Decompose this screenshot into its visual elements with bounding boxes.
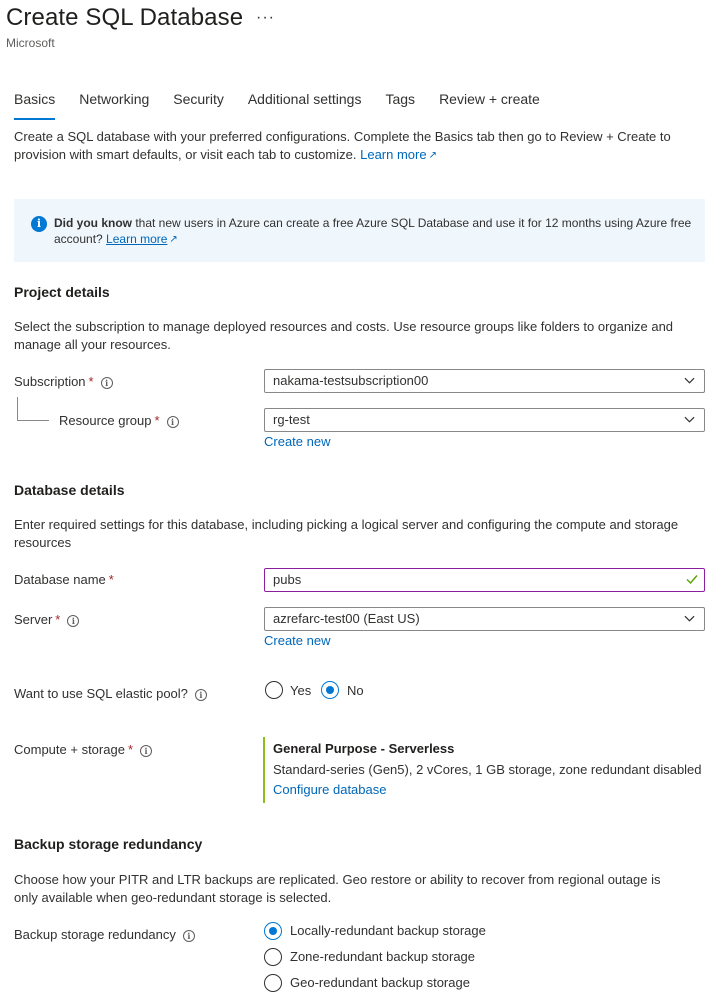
chevron-down-icon [684, 615, 695, 622]
backup-locally-redundant-radio[interactable] [264, 922, 282, 940]
chevron-down-icon [684, 416, 695, 423]
tab-networking[interactable]: Networking [79, 90, 149, 120]
elastic-pool-yes-label[interactable]: Yes [290, 683, 311, 698]
subscription-value: nakama-testsubscription00 [273, 373, 429, 388]
required-marker: * [88, 374, 94, 389]
subscription-dropdown[interactable]: nakama-testsubscription00 [264, 369, 705, 393]
resource-group-value: rg-test [273, 412, 310, 427]
tab-review-create[interactable]: Review + create [439, 90, 540, 120]
backup-geo-redundant-radio[interactable] [264, 974, 282, 992]
elastic-pool-no-radio[interactable] [321, 681, 339, 699]
tab-tags[interactable]: Tags [385, 90, 415, 120]
elastic-pool-yes-radio[interactable] [265, 681, 283, 699]
info-learn-more-label: Learn more [106, 232, 168, 246]
backup-locally-redundant-label[interactable]: Locally-redundant backup storage [290, 923, 486, 938]
backup-geo-redundant-label[interactable]: Geo-redundant backup storage [290, 975, 470, 990]
info-banner: i Did you know that new users in Azure c… [14, 199, 705, 262]
database-name-label: Database name * [14, 571, 114, 589]
backup-zone-redundant-radio[interactable] [264, 948, 282, 966]
page-title: Create SQL Database [6, 4, 244, 31]
database-name-value: pubs [273, 572, 302, 587]
intro-learn-more-link[interactable]: Learn more ↗ [360, 147, 437, 162]
database-name-input[interactable]: pubs [264, 568, 705, 592]
intro-learn-more-label: Learn more [360, 147, 427, 162]
elastic-pool-no-label[interactable]: No [347, 683, 364, 698]
tab-additional-settings[interactable]: Additional settings [248, 90, 362, 120]
info-tooltip-icon[interactable]: i [182, 930, 195, 942]
info-tooltip-icon[interactable]: i [194, 689, 207, 701]
database-details-heading: Database details [14, 482, 125, 498]
info-learn-more-link[interactable]: Learn more ↗ [106, 232, 178, 246]
compute-storage-label: Compute + storage * i [14, 741, 152, 759]
backup-redundancy-heading: Backup storage redundancy [14, 836, 203, 852]
tree-connector-vertical [17, 397, 18, 421]
required-marker: * [127, 742, 133, 757]
project-details-description: Select the subscription to manage deploy… [14, 319, 674, 352]
resource-group-label-text: Resource group [59, 413, 152, 428]
external-link-icon: ↗ [428, 150, 437, 161]
external-link-icon: ↗ [169, 234, 178, 245]
required-marker: * [154, 413, 160, 428]
backup-redundancy-description: Choose how your PITR and LTR backups are… [14, 872, 661, 905]
database-name-label-text: Database name [14, 572, 106, 587]
tree-connector-horizontal [17, 420, 49, 421]
info-banner-bold: Did you know [54, 216, 132, 230]
elastic-pool-label-text: Want to use SQL elastic pool? [14, 686, 188, 701]
server-label-text: Server [14, 612, 53, 627]
compute-tier-description: Standard-series (Gen5), 2 vCores, 1 GB s… [273, 762, 702, 777]
compute-storage-label-text: Compute + storage [14, 742, 125, 757]
resource-group-create-new-link[interactable]: Create new [264, 434, 330, 449]
info-banner-text: Did you know that new users in Azure can… [54, 215, 694, 248]
required-marker: * [108, 572, 114, 587]
backup-redundancy-label-text: Backup storage redundancy [14, 927, 176, 942]
subscription-label-text: Subscription [14, 374, 86, 389]
server-create-new-link[interactable]: Create new [264, 633, 330, 648]
compute-tier-title: General Purpose - Serverless [273, 741, 455, 756]
info-icon: i [31, 216, 47, 232]
elastic-pool-label: Want to use SQL elastic pool? i [14, 685, 207, 703]
tab-basics[interactable]: Basics [14, 90, 56, 120]
server-dropdown[interactable]: azrefarc-test00 (East US) [264, 607, 705, 631]
info-tooltip-icon[interactable]: i [67, 615, 80, 627]
checkmark-icon [686, 575, 698, 585]
server-label: Server * i [14, 611, 80, 629]
tab-security[interactable]: Security [173, 90, 224, 120]
more-options-icon[interactable]: ··· [256, 9, 275, 27]
intro-text: Create a SQL database with your preferre… [14, 128, 684, 165]
resource-group-dropdown[interactable]: rg-test [264, 408, 705, 432]
publisher-name: Microsoft [6, 36, 55, 50]
info-tooltip-icon[interactable]: i [100, 377, 113, 389]
info-tooltip-icon[interactable]: i [140, 745, 152, 757]
server-value: azrefarc-test00 (East US) [273, 611, 420, 626]
tab-bar: Basics Networking Security Additional se… [14, 90, 564, 120]
configure-database-link[interactable]: Configure database [273, 782, 386, 797]
intro-description: Create a SQL database with your preferre… [14, 129, 671, 162]
backup-redundancy-label: Backup storage redundancy i [14, 926, 195, 944]
project-details-heading: Project details [14, 284, 110, 300]
compute-storage-summary: General Purpose - Serverless Standard-se… [263, 737, 703, 803]
subscription-label: Subscription * i [14, 373, 113, 391]
database-details-description: Enter required settings for this databas… [14, 517, 679, 550]
resource-group-label: Resource group * i [59, 412, 179, 430]
required-marker: * [55, 612, 61, 627]
chevron-down-icon [684, 377, 695, 384]
backup-zone-redundant-label[interactable]: Zone-redundant backup storage [290, 949, 475, 964]
info-tooltip-icon[interactable]: i [166, 416, 179, 428]
